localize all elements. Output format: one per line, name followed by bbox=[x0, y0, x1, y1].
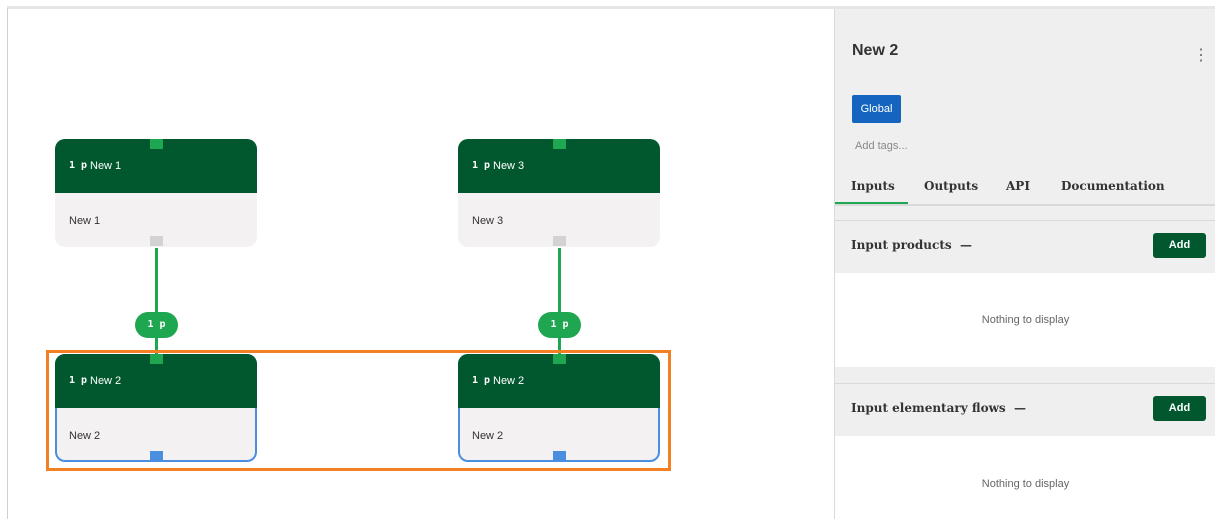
edge-amount-badge[interactable]: 1 p bbox=[538, 312, 581, 338]
tags-input[interactable]: Add tags... bbox=[855, 140, 908, 152]
kebab-menu-icon[interactable]: ⋮ bbox=[1193, 45, 1209, 65]
graph-canvas[interactable]: 1 p New 1 New 1 1 p New 3 New 3 1 p 1 p … bbox=[8, 9, 834, 519]
empty-message: Nothing to display bbox=[981, 478, 1070, 490]
tab-api[interactable]: API bbox=[1006, 179, 1030, 193]
node-body-label: New 3 bbox=[472, 215, 504, 227]
tab-documentation[interactable]: Documentation bbox=[1061, 179, 1165, 193]
add-elementary-flow-button[interactable]: Add bbox=[1153, 396, 1206, 421]
node-body-label: New 1 bbox=[69, 215, 101, 227]
edge-line bbox=[558, 248, 561, 356]
empty-message: Nothing to display bbox=[981, 314, 1070, 326]
node-quantity: 1 p bbox=[472, 160, 491, 171]
output-port[interactable] bbox=[150, 236, 163, 246]
node-title: New 1 bbox=[90, 160, 122, 172]
process-node[interactable]: 1 p New 3 New 3 bbox=[458, 139, 660, 247]
input-port[interactable] bbox=[553, 139, 566, 149]
edge-amount-badge[interactable]: 1 p bbox=[135, 312, 178, 338]
panel-title: New 2 bbox=[852, 42, 899, 59]
active-tab-indicator bbox=[835, 202, 908, 204]
node-title: New 3 bbox=[493, 160, 525, 172]
section-header-input-elementary-flows: Input elementary flows — Add bbox=[835, 383, 1215, 437]
empty-state: Nothing to display bbox=[835, 436, 1215, 519]
empty-state: Nothing to display bbox=[835, 273, 1215, 367]
tab-inputs[interactable]: Inputs bbox=[851, 179, 895, 193]
section-title: Input products — bbox=[851, 238, 972, 252]
node-quantity: 1 p bbox=[69, 160, 88, 171]
process-node[interactable]: 1 p New 1 New 1 bbox=[55, 139, 257, 247]
collapse-toggle[interactable]: — bbox=[960, 238, 972, 252]
edge-line bbox=[155, 248, 158, 356]
section-header-input-products: Input products — Add bbox=[835, 220, 1215, 274]
add-input-product-button[interactable]: Add bbox=[1153, 233, 1206, 258]
collapse-toggle[interactable]: — bbox=[1014, 401, 1026, 415]
output-port[interactable] bbox=[553, 236, 566, 246]
tab-bar: Inputs Outputs API Documentation bbox=[835, 176, 1215, 206]
tag-chip[interactable]: Global bbox=[852, 95, 901, 123]
section-title: Input elementary flows — bbox=[851, 401, 1027, 415]
tab-outputs[interactable]: Outputs bbox=[924, 179, 978, 193]
selection-rectangle bbox=[46, 350, 671, 471]
input-port[interactable] bbox=[150, 139, 163, 149]
properties-panel: New 2 ⋮ Global Add tags... Inputs Output… bbox=[834, 9, 1215, 519]
